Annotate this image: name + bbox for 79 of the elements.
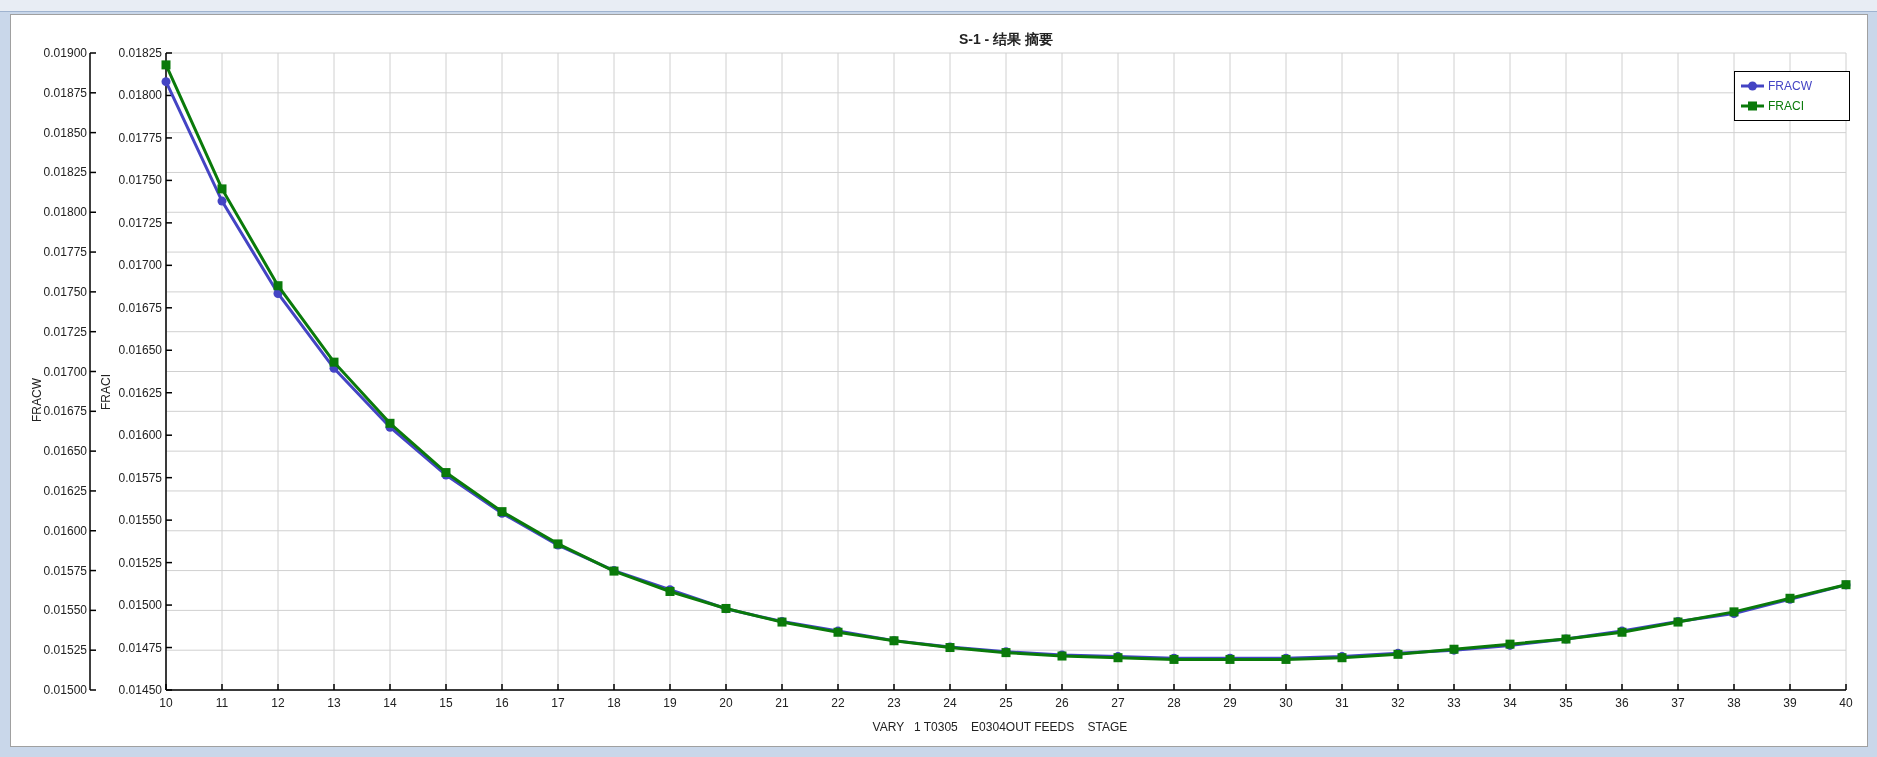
point <box>385 418 395 428</box>
tick-label: 0.01525 <box>43 643 87 658</box>
tick-label: 0.01500 <box>43 683 87 697</box>
tick-label: 0.01800 <box>43 205 87 220</box>
tick-label: 0.01675 <box>43 404 87 419</box>
tick-label: 0.01725 <box>43 324 87 339</box>
point <box>273 281 283 291</box>
tick-label: 0.01650 <box>43 444 87 459</box>
tick-label: 10 <box>159 696 173 710</box>
legend-key <box>1741 81 1764 91</box>
point <box>161 77 171 87</box>
x-axis-label: VARY 1 T0305 E0304OUT FEEDS STAGE <box>872 720 1128 734</box>
tick-label: 33 <box>1447 696 1461 710</box>
tick-label: 0.01700 <box>118 258 162 273</box>
legend-key <box>1741 101 1764 111</box>
tick-label: 0.01875 <box>43 85 87 100</box>
tick-label: 0.01775 <box>118 130 162 145</box>
tick-label: 17 <box>551 696 565 710</box>
tick-label: 31 <box>1335 696 1349 710</box>
tick-label: 13 <box>327 696 341 710</box>
tick-label: 15 <box>439 696 453 710</box>
tick-label: 0.01625 <box>43 483 87 498</box>
tick-label: 0.01850 <box>43 125 87 140</box>
tick-label: 22 <box>831 696 845 710</box>
tick-label: 25 <box>999 696 1013 710</box>
tick-label: 0.01500 <box>118 598 162 613</box>
point <box>329 357 339 367</box>
tick-label: 0.01600 <box>43 523 87 538</box>
tick-label: 24 <box>943 696 957 710</box>
legend-label: FRACW <box>1768 79 1812 93</box>
tick-label: 23 <box>887 696 901 710</box>
legend-label: FRACI <box>1768 99 1804 113</box>
tick-label: 32 <box>1391 696 1405 710</box>
tick-label: 38 <box>1727 696 1741 710</box>
tick-label: 0.01575 <box>43 563 87 578</box>
tick-label: 20 <box>719 696 733 710</box>
tick-label: 0.01725 <box>118 215 162 230</box>
y-axis-label: FRACW <box>30 378 44 422</box>
tick-label: 0.01600 <box>118 428 162 443</box>
tick-label: 26 <box>1055 696 1069 710</box>
tick-label: 18 <box>607 696 621 710</box>
tick-label: 36 <box>1615 696 1629 710</box>
tick-label: 0.01625 <box>118 385 162 400</box>
point <box>161 60 171 70</box>
tick-label: 0.01825 <box>118 46 162 60</box>
tick-label: 12 <box>271 696 285 710</box>
point <box>217 184 227 194</box>
chart-title: S-1 - 结果 摘要 <box>958 31 1054 47</box>
y-axis-label: FRACI <box>99 374 113 410</box>
tick-label: 0.01800 <box>118 88 162 103</box>
tick-label: 0.01550 <box>118 513 162 528</box>
tick-label: 0.01900 <box>43 46 87 60</box>
tick-label: 19 <box>663 696 677 710</box>
tick-label: 21 <box>775 696 789 710</box>
tick-label: 0.01700 <box>43 364 87 379</box>
tick-label: 0.01575 <box>118 470 162 485</box>
tick-label: 37 <box>1671 696 1685 710</box>
tick-label: 27 <box>1111 696 1125 710</box>
tick-label: 16 <box>495 696 509 710</box>
tick-label: 0.01450 <box>118 683 162 697</box>
tick-label: 0.01675 <box>118 300 162 315</box>
point <box>217 196 227 206</box>
tick-label: 34 <box>1503 696 1517 710</box>
tick-label: 0.01775 <box>43 245 87 260</box>
tick-label: 39 <box>1783 696 1797 710</box>
tick-label: 14 <box>383 696 397 710</box>
tick-label: 11 <box>215 696 229 710</box>
tick-label: 30 <box>1279 696 1293 710</box>
tick-label: 0.01825 <box>43 165 87 180</box>
tick-label: 35 <box>1559 696 1573 710</box>
tick-label: 40 <box>1839 696 1853 710</box>
tick-label: 0.01750 <box>43 284 87 299</box>
tick-label: 0.01475 <box>118 640 162 655</box>
tick-label: 0.01750 <box>118 173 162 188</box>
tick-label: 29 <box>1223 696 1237 710</box>
tick-label: 0.01525 <box>118 555 162 570</box>
tick-label: 0.01550 <box>43 603 87 618</box>
tick-label: 28 <box>1167 696 1181 710</box>
tick-label: 0.01650 <box>118 343 162 358</box>
